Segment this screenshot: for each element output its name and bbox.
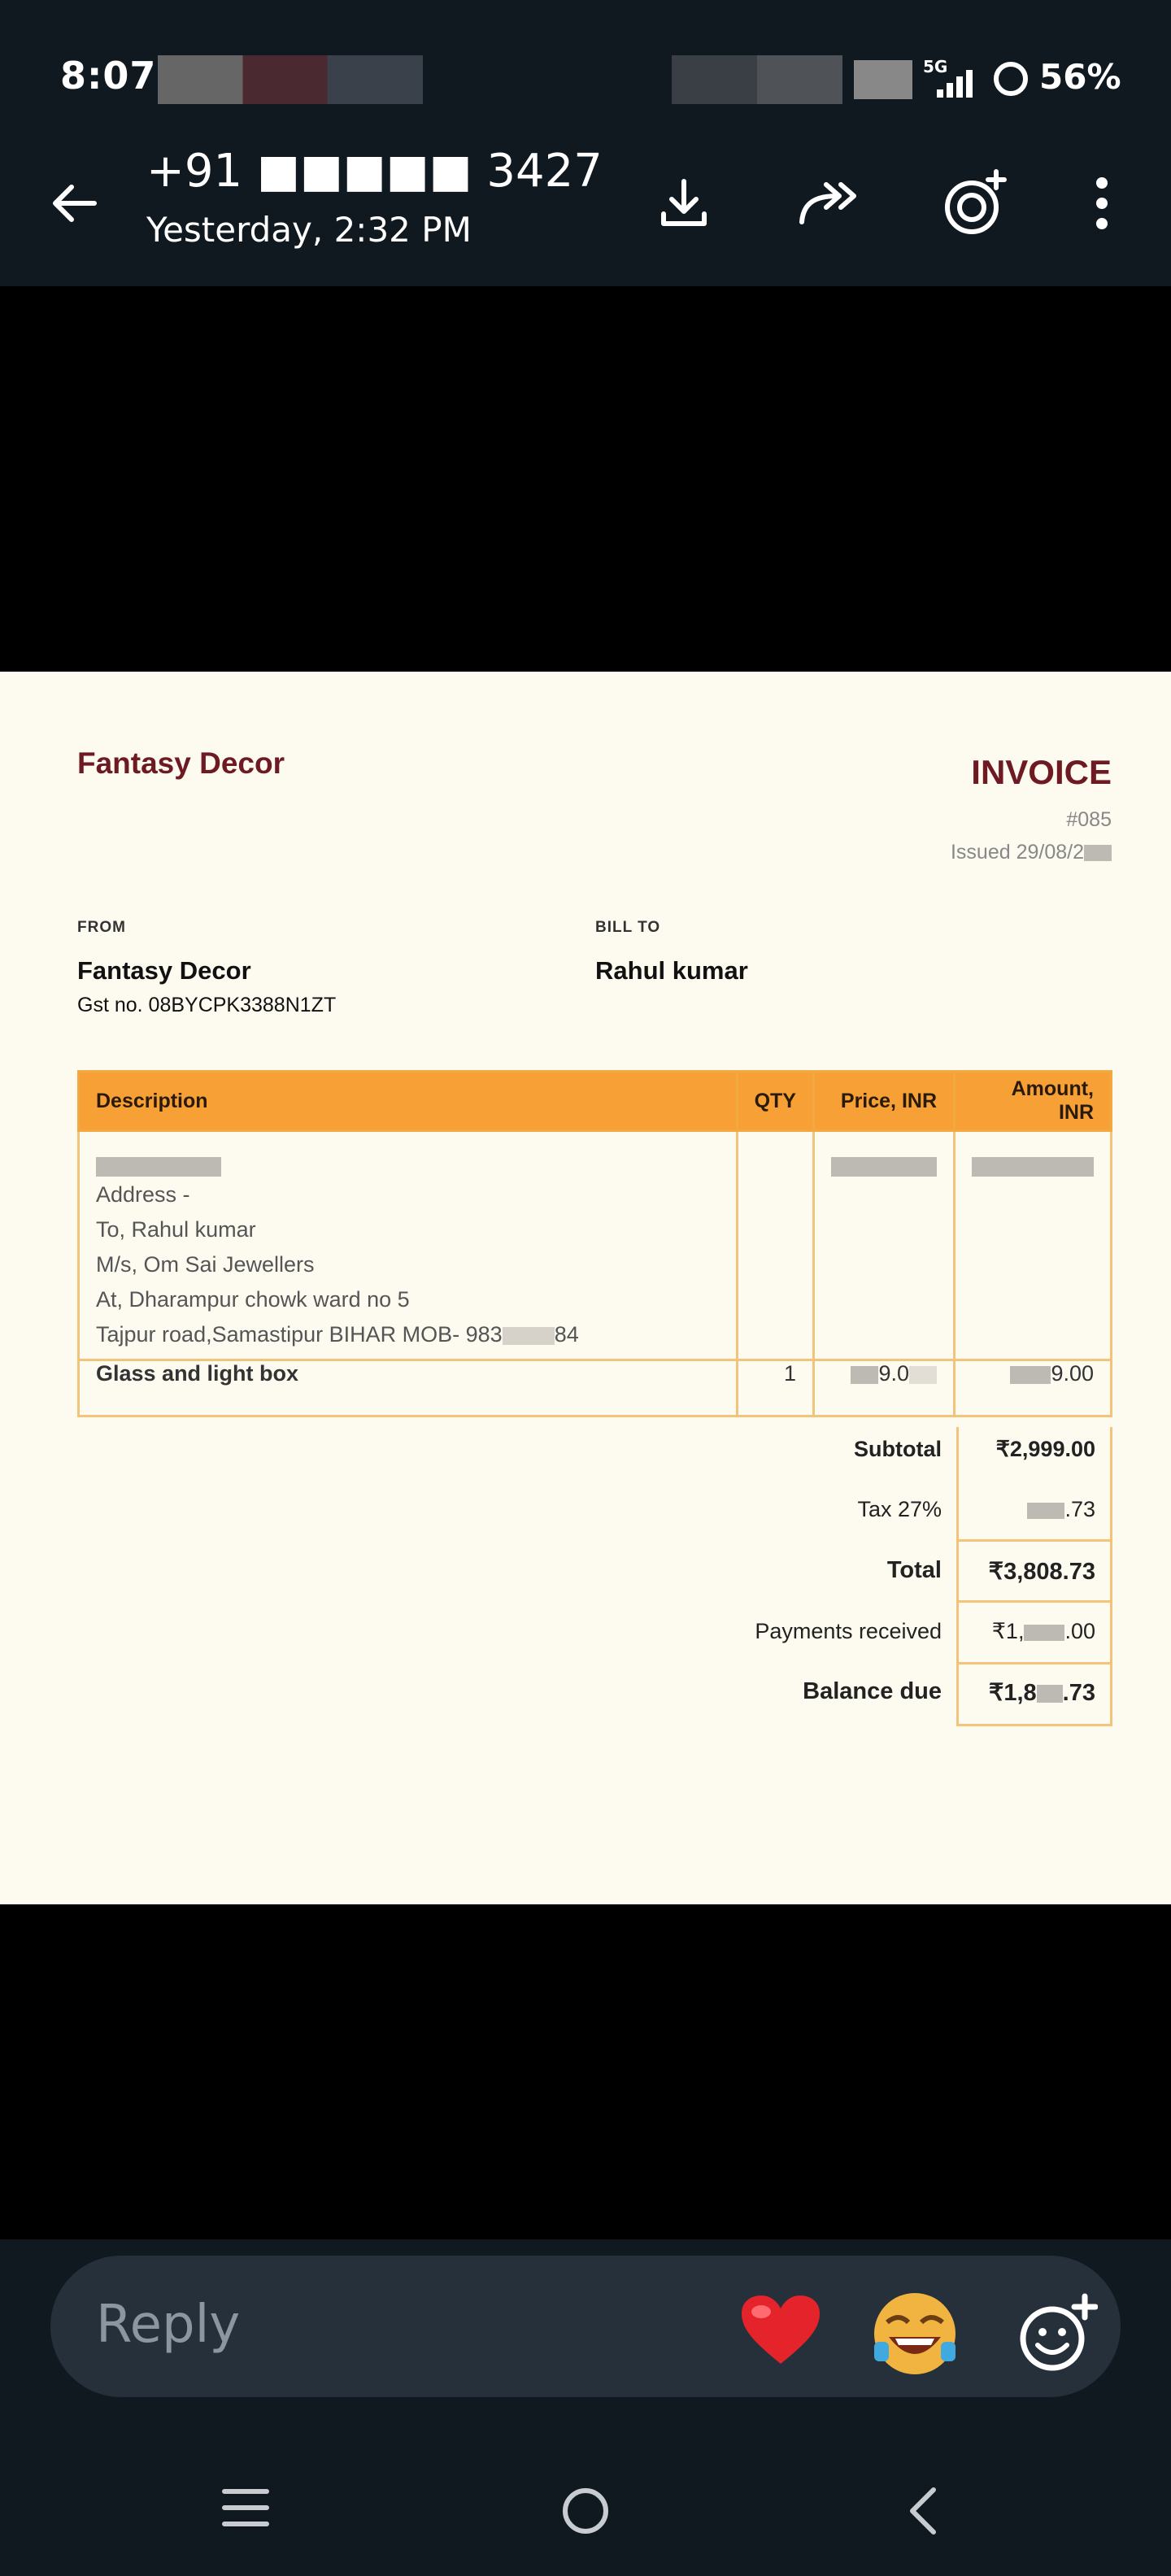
redaction	[1010, 1365, 1051, 1384]
address-line: M/s, Om Sai Jewellers	[96, 1252, 315, 1277]
gst-number: Gst no. 08BYCPK3388N1ZT	[77, 994, 337, 1016]
invoice-image: Fantasy Decor INVOICE #085 Issued 29/08/…	[0, 672, 1171, 1904]
redaction	[1084, 844, 1112, 861]
payments-value-prefix: ₹1,	[991, 1619, 1025, 1643]
address-line: Tajpur road,Samastipur BIHAR MOB- 983 84	[96, 1317, 720, 1352]
invoice-title: INVOICE	[971, 753, 1112, 791]
total-value: ₹3,808.73	[988, 1559, 1095, 1585]
from-label: FROM	[77, 919, 126, 936]
column-qty: QTY	[735, 1070, 816, 1132]
row2-amount-text: 9.00	[1051, 1361, 1094, 1386]
divider	[956, 1539, 1110, 1542]
row1-description: Address - To, Rahul kumar M/s, Om Sai Je…	[77, 1129, 738, 1361]
redaction	[502, 1326, 555, 1345]
column-description: Description	[77, 1070, 738, 1132]
payments-value-suffix: .00	[1064, 1619, 1095, 1643]
table-row: Glass and light box 1 9.0 9.00	[77, 1359, 1112, 1417]
issue-date: Issued 29/08/2	[951, 841, 1112, 864]
balance-label: Balance due	[803, 1678, 942, 1704]
redaction	[972, 1156, 1094, 1177]
wifi-icon	[854, 60, 912, 99]
download-icon[interactable]	[647, 167, 720, 240]
table-header-row: Description QTY Price, INR Amount, INR	[77, 1070, 1112, 1132]
message-timestamp: Yesterday, 2:32 PM	[146, 210, 472, 250]
tax-value-text: .73	[1064, 1497, 1095, 1521]
subtotal-label: Subtotal	[854, 1437, 942, 1461]
redaction	[1027, 1502, 1065, 1519]
contact-number: +91 ■■■■■ 3427	[146, 145, 603, 198]
redaction	[831, 1156, 937, 1177]
row2-qty: 1	[735, 1359, 816, 1417]
forward-icon[interactable]	[789, 167, 870, 240]
payments-label: Payments received	[755, 1619, 942, 1643]
signal-icon	[937, 70, 973, 98]
status-time: 8:07	[60, 54, 157, 98]
blurred-notification-icons	[158, 55, 423, 104]
recents-icon[interactable]	[220, 2485, 272, 2530]
back-icon[interactable]	[903, 2485, 943, 2537]
heart-icon[interactable]	[732, 2285, 829, 2374]
address-line-text: Tajpur road,Samastipur BIHAR MOB- 983	[96, 1322, 503, 1347]
line-items-table: Description QTY Price, INR Amount, INR A…	[77, 1070, 1112, 1417]
from-name: Fantasy Decor	[77, 956, 251, 985]
redaction	[96, 1156, 221, 1177]
address-line: At, Dharampur chowk ward no 5	[96, 1287, 410, 1312]
redaction	[851, 1365, 879, 1384]
blurred-status-icons	[672, 55, 842, 104]
row2-price-text: 9.0	[878, 1361, 909, 1386]
invoice-number: #085	[1066, 808, 1112, 831]
bill-to-name: Rahul kumar	[595, 956, 748, 985]
reply-placeholder: Reply	[96, 2295, 241, 2355]
row2-description: Glass and light box	[77, 1359, 738, 1417]
brand-name: Fantasy Decor	[77, 746, 285, 780]
battery-level: 56%	[1039, 57, 1121, 97]
column-amount: Amount, INR	[953, 1070, 1112, 1132]
address-line: To, Rahul kumar	[96, 1217, 256, 1242]
row2-price: 9.0	[812, 1359, 956, 1417]
balance-box	[956, 1662, 1112, 1726]
add-status-icon[interactable]	[935, 163, 1016, 244]
row1-qty	[735, 1129, 816, 1361]
divider	[956, 1600, 1110, 1603]
back-arrow-icon[interactable]	[41, 171, 106, 236]
home-icon[interactable]	[559, 2485, 612, 2537]
row2-amount: 9.00	[953, 1359, 1112, 1417]
redaction	[909, 1365, 937, 1384]
table-row: Address - To, Rahul kumar M/s, Om Sai Je…	[77, 1129, 1112, 1361]
battery-icon	[994, 62, 1028, 96]
add-emoji-icon[interactable]	[1004, 2281, 1110, 2387]
address-line: Address -	[96, 1182, 190, 1207]
row1-amount	[953, 1129, 1112, 1361]
more-vert-icon[interactable]	[1082, 167, 1122, 240]
column-price: Price, INR	[812, 1070, 956, 1132]
tax-value: .73	[945, 1497, 1112, 1522]
subtotal-value: ₹2,999.00	[995, 1437, 1095, 1461]
address-line-suffix: 84	[554, 1322, 579, 1347]
row1-price	[812, 1129, 956, 1361]
tax-label: Tax 27%	[857, 1497, 942, 1521]
redaction	[1024, 1624, 1065, 1641]
payments-value: ₹1, .00	[945, 1619, 1112, 1644]
laughing-emoji-icon[interactable]	[866, 2285, 964, 2382]
bill-to-label: BILL TO	[595, 919, 661, 936]
issue-date-text: Issued 29/08/2	[950, 841, 1084, 864]
total-label: Total	[886, 1557, 942, 1583]
